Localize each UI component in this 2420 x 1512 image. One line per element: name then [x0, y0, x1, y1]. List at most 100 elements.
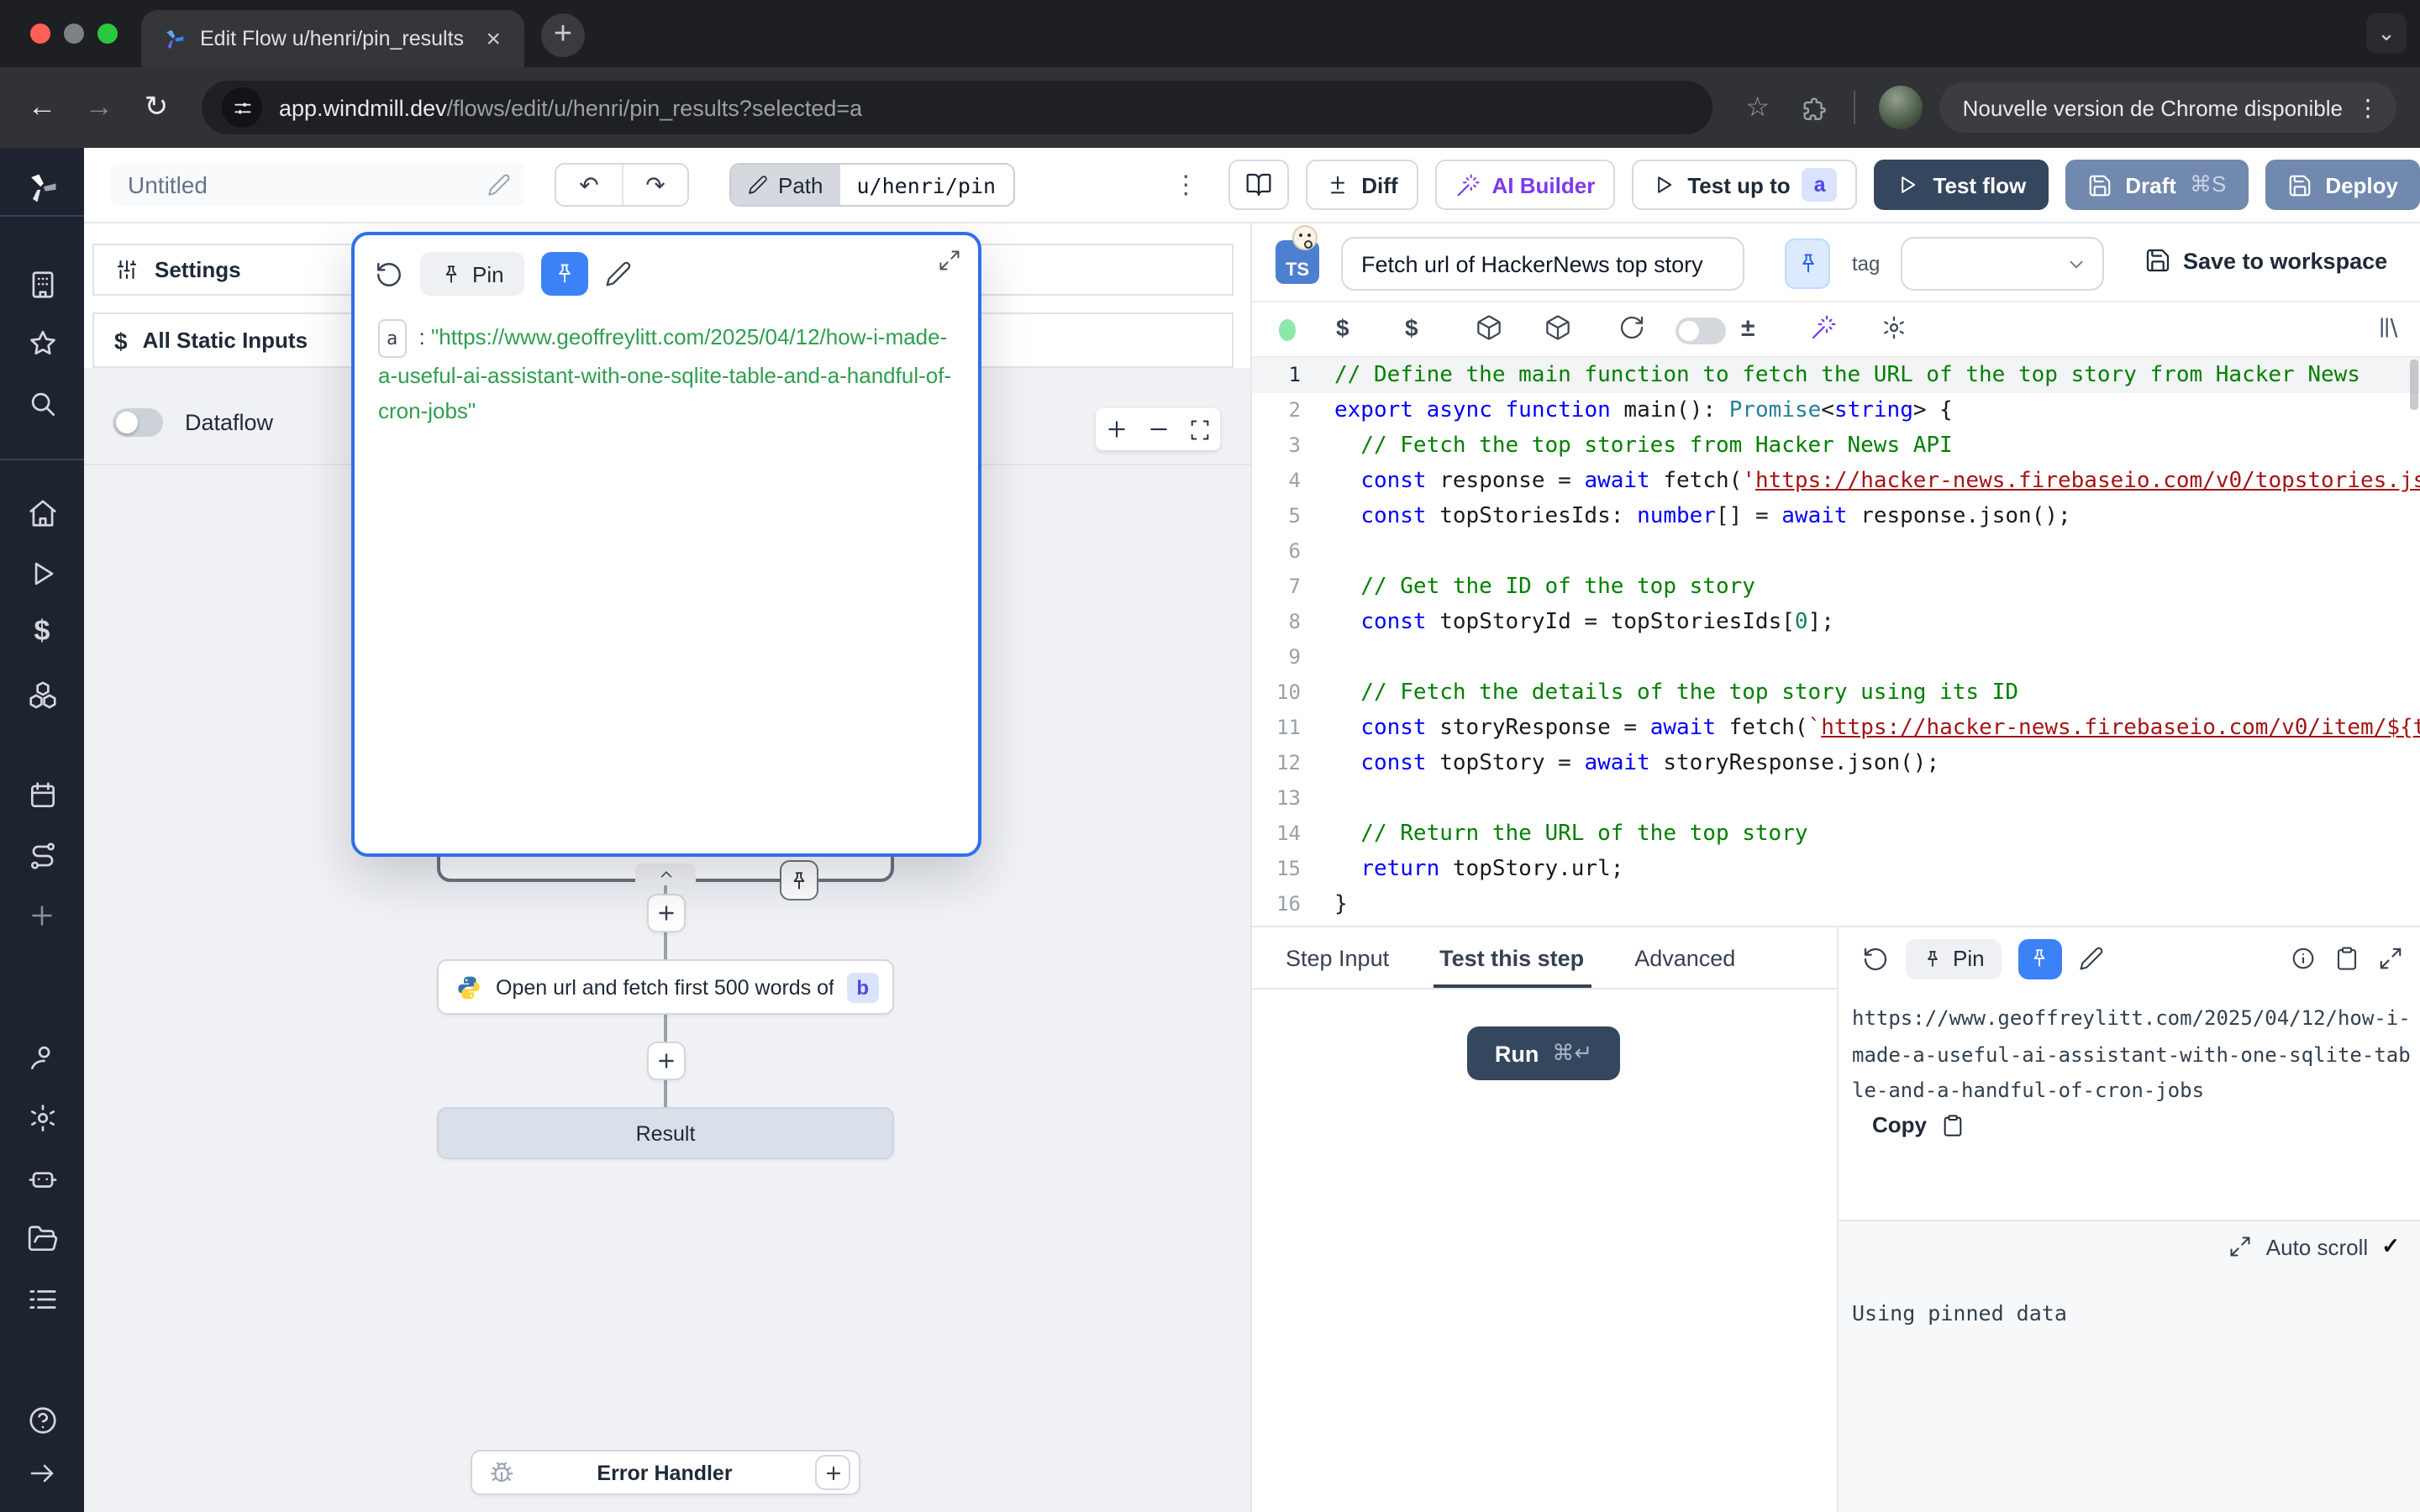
- flow-name-field[interactable]: Untitled: [111, 163, 524, 207]
- site-settings-icon[interactable]: [222, 87, 262, 128]
- editor-settings-icon[interactable]: [1881, 314, 1907, 341]
- address-bar[interactable]: app.windmill.dev/flows/edit/u/henri/pin_…: [202, 81, 1712, 134]
- tab-search-button[interactable]: ⌄: [2366, 13, 2407, 54]
- back-icon[interactable]: ←: [17, 82, 67, 133]
- history-icon[interactable]: [375, 260, 403, 288]
- auto-scroll-control[interactable]: Auto scroll ✓: [2229, 1233, 2400, 1260]
- ai-builder-button[interactable]: AI Builder: [1435, 160, 1616, 210]
- sidebar-item-flows[interactable]: [0, 832, 84, 879]
- pinned-toggle-button[interactable]: [2018, 938, 2062, 979]
- history-icon[interactable]: [1862, 945, 1889, 972]
- sidebar-item-resources[interactable]: [0, 670, 84, 717]
- zoom-in-icon[interactable]: [1104, 417, 1129, 442]
- undo-button[interactable]: ↶: [556, 165, 622, 205]
- tag-select[interactable]: [1901, 237, 2104, 291]
- test-up-to-button[interactable]: Test up to a: [1632, 160, 1857, 210]
- reload-icon[interactable]: ↻: [131, 82, 182, 133]
- pin-tab[interactable]: Pin: [1906, 938, 2002, 979]
- result-node[interactable]: Result: [437, 1107, 894, 1159]
- pin-tab[interactable]: Pin: [420, 252, 524, 296]
- browser-tab[interactable]: Edit Flow u/henri/pin_results ×: [141, 10, 524, 67]
- redo-button[interactable]: ↷: [622, 165, 687, 205]
- tab-step-input[interactable]: Step Input: [1286, 927, 1389, 988]
- draft-button[interactable]: Draft ⌘S: [2065, 160, 2248, 210]
- save-icon: [2144, 247, 2171, 274]
- sidebar-item-variables[interactable]: $: [0, 608, 84, 655]
- diff-button[interactable]: Diff: [1306, 160, 1418, 210]
- sidebar-item-help[interactable]: [0, 1396, 84, 1443]
- diff-mode-icon[interactable]: ±: [1741, 314, 1754, 343]
- sidebar-item-add[interactable]: [0, 892, 84, 939]
- minimize-window-button[interactable]: [64, 24, 84, 44]
- window-controls[interactable]: [0, 0, 141, 67]
- sidebar-item-schedules[interactable]: [0, 771, 84, 818]
- add-error-handler-button[interactable]: [815, 1455, 850, 1490]
- screen: Edit Flow u/henri/pin_results × + ⌄ ← → …: [0, 0, 2420, 1512]
- close-tab-icon[interactable]: ×: [479, 24, 508, 53]
- docs-button[interactable]: [1228, 160, 1289, 210]
- extensions-icon[interactable]: [1790, 82, 1840, 133]
- step-pin-button[interactable]: [1785, 239, 1830, 289]
- editor-toggle[interactable]: [1676, 318, 1726, 344]
- sidebar-item-runs[interactable]: [0, 549, 84, 596]
- error-handler-node[interactable]: Error Handler: [471, 1450, 860, 1495]
- sidebar-item-expand[interactable]: [0, 1450, 84, 1497]
- sidebar-item-audit-logs[interactable]: [0, 1275, 84, 1322]
- save-to-workspace-button[interactable]: Save to workspace: [2144, 247, 2387, 274]
- diff-label: Diff: [1361, 172, 1397, 197]
- bookmark-star-icon[interactable]: ☆: [1733, 82, 1783, 133]
- pin-tab-label: Pin: [1953, 946, 1985, 971]
- new-tab-button[interactable]: +: [541, 13, 585, 57]
- node-a-pin-button[interactable]: [780, 860, 818, 900]
- info-icon[interactable]: [2291, 946, 2316, 971]
- node-b[interactable]: Open url and fetch first 500 words of ..…: [437, 959, 894, 1015]
- zoom-out-icon[interactable]: [1146, 417, 1171, 442]
- insert-step-button[interactable]: [647, 894, 686, 932]
- sidebar-item-user[interactable]: [0, 1033, 84, 1080]
- sidebar-item-settings[interactable]: [0, 1094, 84, 1141]
- sidebar-item-favorites[interactable]: [0, 319, 84, 366]
- collapse-node-button[interactable]: [635, 864, 696, 885]
- fit-view-icon[interactable]: [1188, 417, 1212, 441]
- sidebar-item-folders[interactable]: [0, 1215, 84, 1262]
- copy-button[interactable]: Copy: [1872, 1112, 1964, 1137]
- close-window-button[interactable]: [30, 24, 50, 44]
- sidebar-item-workers[interactable]: [0, 1154, 84, 1201]
- edit-pin-icon[interactable]: [605, 260, 632, 287]
- package-icon[interactable]: [1476, 314, 1502, 341]
- more-options-icon[interactable]: ⋮: [1160, 170, 1212, 200]
- reload-script-icon[interactable]: [1618, 314, 1645, 341]
- pinned-toggle-button[interactable]: [541, 252, 588, 296]
- path-edit-button[interactable]: Path: [731, 165, 840, 205]
- browser-menu-icon[interactable]: ⋮: [2356, 93, 2380, 122]
- chrome-update-button[interactable]: Nouvelle version de Chrome disponible ⋮: [1939, 82, 2396, 133]
- sidebar-item-home[interactable]: [0, 489, 84, 536]
- clipboard-icon[interactable]: [2334, 946, 2360, 971]
- edit-pin-icon[interactable]: [2079, 946, 2104, 971]
- zoom-window-button[interactable]: [97, 24, 118, 44]
- tab-advanced[interactable]: Advanced: [1634, 927, 1735, 988]
- test-flow-button[interactable]: Test flow: [1875, 160, 2049, 210]
- expand-icon[interactable]: [938, 249, 961, 272]
- library-icon[interactable]: [2376, 314, 2403, 341]
- code-line: 15 return topStory.url;: [1252, 852, 2420, 887]
- resources-icon[interactable]: $: [1405, 314, 1418, 341]
- package-icon[interactable]: [1544, 314, 1571, 341]
- dataflow-toggle[interactable]: [113, 408, 163, 437]
- editor-scrollbar[interactable]: [2410, 360, 2418, 410]
- variables-icon[interactable]: $: [1336, 314, 1349, 341]
- windmill-logo[interactable]: [0, 165, 84, 212]
- profile-avatar[interactable]: [1879, 86, 1923, 129]
- deploy-button[interactable]: Deploy: [2265, 160, 2420, 210]
- path-control[interactable]: Path u/henri/pin: [729, 163, 1014, 207]
- ai-assist-icon[interactable]: [1810, 314, 1837, 341]
- forward-icon[interactable]: →: [74, 82, 124, 133]
- sidebar-item-search[interactable]: [0, 380, 84, 427]
- tab-test-this-step[interactable]: Test this step: [1439, 927, 1584, 988]
- sidebar-item-workspace[interactable]: [0, 260, 84, 307]
- code-editor[interactable]: 1// Define the main function to fetch th…: [1252, 358, 2420, 926]
- run-button[interactable]: Run ⌘↵: [1467, 1026, 1620, 1080]
- step-summary-input[interactable]: Fetch url of HackerNews top story: [1341, 237, 1744, 291]
- insert-step-button[interactable]: [647, 1042, 686, 1080]
- fullscreen-icon[interactable]: [2378, 946, 2403, 971]
